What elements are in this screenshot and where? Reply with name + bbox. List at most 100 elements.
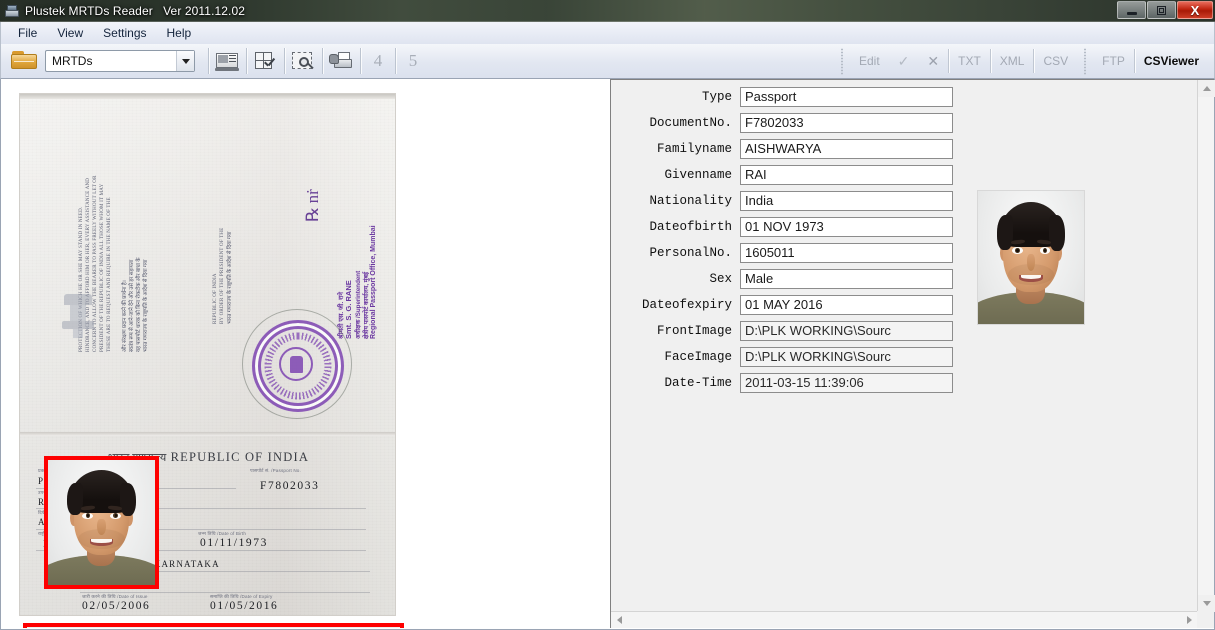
folder-open-icon[interactable] bbox=[11, 50, 39, 72]
field-label-type: Type bbox=[701, 89, 732, 104]
mode-select[interactable]: MRTDs bbox=[45, 50, 195, 72]
field-input-faceimage[interactable]: D:\PLK WORKING\Sourc bbox=[740, 346, 953, 367]
field-row-faceimage: FaceImage D:\PLK WORKING\Sourc bbox=[611, 346, 971, 367]
chevron-up-icon bbox=[1202, 86, 1211, 91]
india-emblem-watermark bbox=[60, 294, 96, 340]
toolbar-divider bbox=[246, 48, 247, 74]
field-input-givenname[interactable]: RAI bbox=[740, 164, 953, 185]
field-label-nationality: Nationality bbox=[649, 193, 732, 208]
ftp-button[interactable]: FTP bbox=[1093, 52, 1134, 70]
value-date-of-issue: 02/05/2006 bbox=[82, 600, 151, 612]
print-hand-icon[interactable] bbox=[328, 49, 355, 74]
visa-text-hindi-2: यह पासपोर्ट धारक को बिना रोकटोक और बाधा … bbox=[136, 257, 142, 352]
detected-mrz-region[interactable]: P<INDRAI<<AISHWARYA<<<<<<<<<<<<<<<<<<<<<… bbox=[23, 623, 404, 628]
menu-view[interactable]: View bbox=[48, 24, 92, 42]
visa-text-hindi-3: स्वतंत्र रूप से आने-जाने देने और उसे हर … bbox=[129, 259, 135, 352]
field-row-dateofbirth: Dateofbirth 01 NOV 1973 bbox=[611, 216, 971, 237]
value-date-of-expiry: 01/05/2016 bbox=[210, 600, 279, 612]
export-xml-button[interactable]: XML bbox=[991, 52, 1034, 70]
field-label-frontimage: FrontImage bbox=[656, 323, 732, 338]
parsed-data-panel: Type Passport DocumentNo. F7802033 Famil… bbox=[610, 79, 1215, 628]
menu-settings[interactable]: Settings bbox=[94, 24, 155, 42]
visa-text-en-1: THESE ARE TO REQUEST AND REQUIRE IN THE … bbox=[107, 197, 112, 352]
export-txt-button[interactable]: TXT bbox=[949, 52, 990, 70]
field-label-documentno: DocumentNo. bbox=[649, 115, 732, 130]
value-passport-no: F7802033 bbox=[260, 480, 320, 492]
chevron-down-icon[interactable] bbox=[176, 51, 194, 71]
field-input-type[interactable]: Passport bbox=[740, 86, 953, 107]
minimize-button[interactable] bbox=[1117, 1, 1146, 19]
extracted-face-thumbnail bbox=[977, 190, 1085, 325]
toolbar-button-5[interactable]: 5 bbox=[399, 51, 427, 71]
vertical-scrollbar[interactable] bbox=[1197, 80, 1215, 612]
field-input-nationality[interactable]: India bbox=[740, 190, 953, 211]
field-row-givenname: Givenname RAI bbox=[611, 164, 971, 185]
field-row-nationality: Nationality India bbox=[611, 190, 971, 211]
order-text-en-2: REPUBLIC OF INDIA bbox=[213, 273, 218, 324]
scroll-left-button[interactable] bbox=[611, 612, 628, 628]
field-input-documentno[interactable]: F7802033 bbox=[740, 112, 953, 133]
restore-button[interactable] bbox=[1147, 1, 1176, 19]
chevron-right-icon bbox=[1187, 616, 1192, 624]
field-input-dateofbirth[interactable]: 01 NOV 1973 bbox=[740, 216, 953, 237]
field-input-frontimage[interactable]: D:\PLK WORKING\Sourc bbox=[740, 320, 953, 341]
toolbar-grip bbox=[1084, 47, 1087, 75]
scroll-down-button[interactable] bbox=[1198, 595, 1215, 612]
field-row-personalno: PersonalNo. 1605011 bbox=[611, 242, 971, 263]
value-date-of-birth: 01/11/1973 bbox=[200, 537, 268, 549]
field-input-sex[interactable]: Male bbox=[740, 268, 953, 289]
field-input-familyname[interactable]: AISHWARYA bbox=[740, 138, 953, 159]
label-passport-no: पासपोर्ट सं. /Passport No. bbox=[250, 468, 301, 473]
zoom-inspect-icon[interactable] bbox=[290, 49, 317, 74]
toolbar-button-4[interactable]: 4 bbox=[364, 51, 392, 71]
official-round-stamp bbox=[252, 320, 344, 412]
chevron-down-icon bbox=[1202, 601, 1211, 606]
horizontal-scrollbar[interactable] bbox=[611, 611, 1198, 628]
mode-select-value: MRTDs bbox=[52, 54, 93, 68]
detected-face-region[interactable] bbox=[44, 456, 159, 589]
export-csv-button[interactable]: CSV bbox=[1034, 52, 1077, 70]
edit-button[interactable]: Edit bbox=[850, 52, 889, 70]
scroll-up-button[interactable] bbox=[1198, 80, 1215, 97]
reject-icon[interactable]: ✕ bbox=[918, 53, 948, 70]
chevron-left-icon bbox=[617, 616, 622, 624]
field-input-dateofexpiry[interactable]: 01 MAY 2016 bbox=[740, 294, 953, 315]
toolbar: MRTDs 4 5 Edit ✓ ✕ TXT XML CSV FTP CSVie… bbox=[0, 44, 1215, 79]
field-label-sex: Sex bbox=[709, 271, 732, 286]
grid-verify-icon[interactable] bbox=[252, 49, 279, 74]
scan-document-icon[interactable] bbox=[214, 49, 241, 74]
visa-text-hindi-1: भारत गणराज्य के राष्ट्रपति के आदेश से दि… bbox=[143, 259, 149, 352]
toolbar-divider bbox=[360, 48, 361, 74]
minimize-icon bbox=[1126, 11, 1137, 15]
toolbar-divider bbox=[284, 48, 285, 74]
order-text-en-1: BY ORDER OF THE PRESIDENT OF THE bbox=[220, 227, 225, 324]
main-content: भारत गणराज्य के राष्ट्रपति के आदेश से दि… bbox=[0, 79, 1215, 630]
scanner-icon bbox=[5, 5, 19, 17]
document-preview-panel[interactable]: भारत गणराज्य के राष्ट्रपति के आदेश से दि… bbox=[1, 79, 608, 628]
close-button[interactable]: X bbox=[1177, 1, 1213, 19]
field-input-datetime[interactable]: 2011-03-15 11:39:06 bbox=[740, 372, 953, 393]
scrollbar-corner bbox=[1197, 611, 1214, 628]
restore-icon bbox=[1157, 5, 1166, 15]
field-row-familyname: Familyname AISHWARYA bbox=[611, 138, 971, 159]
scroll-right-button[interactable] bbox=[1181, 612, 1198, 628]
handwritten-signature: ℞ nṙ bbox=[303, 189, 322, 222]
toolbar-divider bbox=[395, 48, 396, 74]
officer-office: Regional Passport Office, Mumbai bbox=[370, 225, 377, 339]
toolbar-grip bbox=[840, 47, 843, 75]
accept-icon[interactable]: ✓ bbox=[889, 53, 919, 70]
officer-office-devanagari: क्षेत्रीय पासपोर्ट कार्यालय, मुंबई bbox=[363, 271, 370, 339]
field-row-type: Type Passport bbox=[611, 86, 971, 107]
field-input-personalno[interactable]: 1605011 bbox=[740, 242, 953, 263]
field-row-dateofexpiry: Dateofexpiry 01 MAY 2016 bbox=[611, 294, 971, 315]
field-label-personalno: PersonalNo. bbox=[649, 245, 732, 260]
field-label-dateofexpiry: Dateofexpiry bbox=[641, 297, 732, 312]
csviewer-button[interactable]: CSViewer bbox=[1135, 52, 1208, 70]
field-label-familyname: Familyname bbox=[656, 141, 732, 156]
menu-help[interactable]: Help bbox=[158, 24, 201, 42]
toolbar-right-group: Edit ✓ ✕ TXT XML CSV FTP CSViewer bbox=[834, 47, 1214, 75]
close-icon: X bbox=[1190, 2, 1200, 18]
menu-file[interactable]: File bbox=[9, 24, 46, 42]
visa-text-en-2: PRESIDENT OF THE REPUBLIC OF INDIA ALL T… bbox=[100, 183, 105, 352]
menu-bar: File View Settings Help bbox=[0, 22, 1215, 44]
